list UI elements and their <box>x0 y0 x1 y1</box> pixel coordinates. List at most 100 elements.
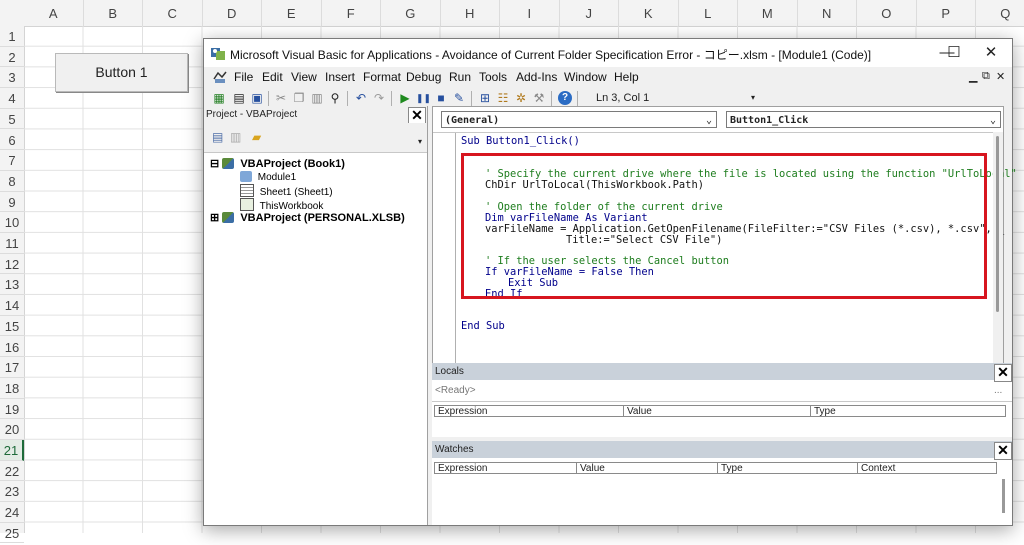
row-header-24[interactable]: 24 <box>0 502 24 523</box>
watches-col-expression[interactable]: Expression <box>434 462 576 474</box>
help-icon[interactable]: ? <box>558 91 572 105</box>
expand-icon[interactable]: ⊞ <box>210 212 219 224</box>
object-combo[interactable]: (General) ⌄ <box>441 111 717 128</box>
row-header-19[interactable]: 19 <box>0 399 24 420</box>
column-header-d[interactable]: D <box>203 0 262 26</box>
column-header-e[interactable]: E <box>262 0 322 26</box>
row-header-13[interactable]: 13 <box>0 274 24 296</box>
column-header-m[interactable]: M <box>738 0 798 26</box>
row-header-1[interactable]: 1 <box>0 26 24 47</box>
locals-ellipsis-button[interactable]: ... <box>994 385 1002 396</box>
collapse-icon[interactable]: ⊟ <box>210 158 219 170</box>
menu-edit[interactable]: Edit <box>262 70 283 84</box>
close-button[interactable]: ✕ <box>970 39 1012 67</box>
toolbar-overflow-icon[interactable]: ▾ <box>746 91 760 105</box>
row-header-18[interactable]: 18 <box>0 378 24 399</box>
row-header-17[interactable]: 17 <box>0 357 24 378</box>
maximize-button[interactable]: ☐ <box>933 39 975 67</box>
column-header-q[interactable]: Q <box>976 0 1024 26</box>
menu-insert[interactable]: Insert <box>325 70 355 84</box>
column-header-c[interactable]: C <box>143 0 203 26</box>
menu-help[interactable]: Help <box>614 70 639 84</box>
row-header-14[interactable]: 14 <box>0 295 24 316</box>
column-header-n[interactable]: N <box>798 0 857 26</box>
column-header-p[interactable]: P <box>917 0 976 26</box>
watches-close-button[interactable]: ✕ <box>994 442 1012 460</box>
paste-icon[interactable]: ▥ <box>310 91 324 105</box>
menu-format[interactable]: Format <box>363 70 401 84</box>
row-header-9[interactable]: 9 <box>0 192 24 213</box>
row-header-23[interactable]: 23 <box>0 481 24 503</box>
object-browser-icon[interactable]: ✲ <box>514 91 528 105</box>
row-header-8[interactable]: 8 <box>0 171 24 192</box>
mdi-minimize-button[interactable]: ▁ <box>969 70 977 83</box>
row-header-3[interactable]: 3 <box>0 67 24 89</box>
menu-tools[interactable]: Tools <box>479 70 507 84</box>
view-object-icon[interactable]: ▥ <box>230 130 241 144</box>
save-icon[interactable]: ▣ <box>250 91 264 105</box>
menu-window[interactable]: Window <box>564 70 607 84</box>
mdi-restore-button[interactable]: ⧉ <box>982 70 990 83</box>
row-header-11[interactable]: 11 <box>0 233 24 254</box>
column-header-b[interactable]: B <box>84 0 143 26</box>
column-header-g[interactable]: G <box>381 0 441 26</box>
mdi-close-button[interactable]: ✕ <box>996 70 1005 83</box>
project-toolbar-overflow-icon[interactable]: ▾ <box>418 137 422 146</box>
copy-icon[interactable]: ❐ <box>292 91 306 105</box>
toolbox-icon[interactable]: ⚒ <box>532 91 546 105</box>
row-header-2[interactable]: 2 <box>0 47 24 68</box>
reset-icon[interactable]: ■ <box>434 91 448 105</box>
row-header-25[interactable]: 25 <box>0 523 24 544</box>
redo-icon[interactable]: ↷ <box>372 91 386 105</box>
row-header-5[interactable]: 5 <box>0 109 24 130</box>
vertical-scrollbar[interactable] <box>993 132 1003 382</box>
column-header-o[interactable]: O <box>857 0 917 26</box>
column-header-h[interactable]: H <box>441 0 500 26</box>
toggle-folders-icon[interactable]: ▰ <box>252 130 261 144</box>
run-icon[interactable]: ▶ <box>398 91 412 105</box>
watches-scroll-thumb[interactable] <box>1002 479 1005 513</box>
watches-col-value[interactable]: Value <box>576 462 717 474</box>
tree-item-sheet1[interactable]: Sheet1 (Sheet1) <box>240 184 333 198</box>
row-header-4[interactable]: 4 <box>0 88 24 109</box>
column-header-l[interactable]: L <box>679 0 738 26</box>
column-header-i[interactable]: I <box>500 0 560 26</box>
chevron-down-icon[interactable]: ⌄ <box>706 112 712 129</box>
row-header-10[interactable]: 10 <box>0 212 24 233</box>
menu-file[interactable]: File <box>234 70 253 84</box>
tree-item-module1[interactable]: Module1 <box>240 171 296 183</box>
menu-run[interactable]: Run <box>449 70 471 84</box>
row-header-20[interactable]: 20 <box>0 419 24 440</box>
procedure-combo[interactable]: Button1_Click ⌄ <box>726 111 1001 128</box>
view-code-icon[interactable]: ▤ <box>212 130 223 144</box>
code-editor[interactable]: Sub Button1_Click() ' Specify the curren… <box>433 132 1017 383</box>
row-header-12[interactable]: 12 <box>0 254 24 275</box>
locals-col-type[interactable]: Type <box>810 405 1006 417</box>
scroll-thumb[interactable] <box>996 136 999 312</box>
cut-icon[interactable]: ✂ <box>274 91 288 105</box>
insert-module-icon[interactable]: ▤ <box>232 91 246 105</box>
column-header-j[interactable]: J <box>560 0 619 26</box>
find-icon[interactable]: ⚲ <box>328 91 342 105</box>
project-explorer-icon[interactable]: ⊞ <box>478 91 492 105</box>
menu-debug[interactable]: Debug <box>406 70 441 84</box>
column-header-a[interactable]: A <box>24 0 84 26</box>
locals-col-expression[interactable]: Expression <box>434 405 623 417</box>
locals-col-value[interactable]: Value <box>623 405 810 417</box>
column-header-f[interactable]: F <box>322 0 381 26</box>
watches-col-context[interactable]: Context <box>857 462 997 474</box>
tree-item-vbaproject-personal[interactable]: ⊞ VBAProject (PERSONAL.XLSB) <box>210 211 405 224</box>
tree-item-thisworkbook[interactable]: ThisWorkbook <box>240 198 323 212</box>
locals-list[interactable]: Expression Value Type <box>432 401 1012 438</box>
row-header-22[interactable]: 22 <box>0 461 24 482</box>
sheet-button-1[interactable]: Button 1 <box>55 53 188 92</box>
watches-col-type[interactable]: Type <box>717 462 857 474</box>
row-header-21[interactable]: 21 <box>0 440 24 461</box>
properties-icon[interactable]: ☷ <box>496 91 510 105</box>
row-header-6[interactable]: 6 <box>0 130 24 151</box>
tree-item-vbaproject-book1[interactable]: ⊟ VBAProject (Book1) <box>210 157 345 170</box>
menu-add-ins[interactable]: Add-Ins <box>516 70 557 84</box>
excel-icon[interactable]: ▦ <box>212 91 226 105</box>
break-icon[interactable]: ❚❚ <box>416 91 431 105</box>
locals-close-button[interactable]: ✕ <box>994 364 1012 382</box>
